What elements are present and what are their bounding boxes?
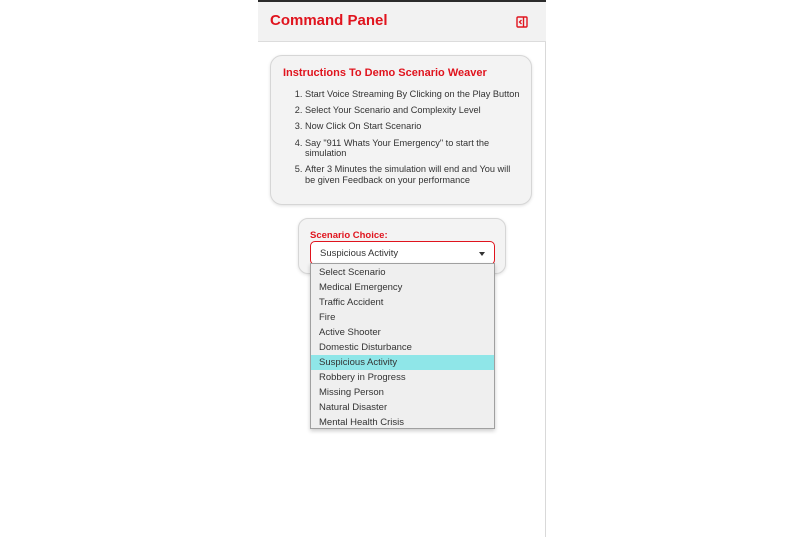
scenario-choice-label: Scenario Choice:	[310, 230, 388, 241]
instruction-step: Select Your Scenario and Complexity Leve…	[305, 105, 523, 116]
option-medical-emergency[interactable]: Medical Emergency	[311, 280, 494, 295]
scenario-dropdown-list: Select Scenario Medical Emergency Traffi…	[310, 263, 495, 429]
instruction-step: Start Voice Streaming By Clicking on the…	[305, 89, 523, 100]
option-active-shooter[interactable]: Active Shooter	[311, 325, 494, 340]
chevron-down-icon	[479, 252, 485, 256]
panel-header: Command Panel	[258, 2, 546, 42]
instructions-card: Instructions To Demo Scenario Weaver Sta…	[270, 55, 532, 205]
instruction-step: After 3 Minutes the simulation will end …	[305, 164, 523, 185]
command-panel: Command Panel Instructions To Demo Scena…	[258, 0, 546, 537]
instruction-step: Say "911 Whats Your Emergency" to start …	[305, 138, 523, 159]
option-robbery-in-progress[interactable]: Robbery in Progress	[311, 370, 494, 385]
option-suspicious-activity[interactable]: Suspicious Activity	[311, 355, 494, 370]
scenario-select-value: Suspicious Activity	[320, 248, 399, 259]
option-missing-person[interactable]: Missing Person	[311, 385, 494, 400]
option-select-scenario[interactable]: Select Scenario	[311, 265, 494, 280]
sidebar-collapse-icon[interactable]	[514, 14, 530, 30]
instruction-step: Now Click On Start Scenario	[305, 121, 523, 132]
option-mental-health-crisis[interactable]: Mental Health Crisis	[311, 415, 494, 430]
instructions-title: Instructions To Demo Scenario Weaver	[283, 67, 487, 79]
option-natural-disaster[interactable]: Natural Disaster	[311, 400, 494, 415]
scenario-select[interactable]: Suspicious Activity	[310, 241, 495, 265]
option-fire[interactable]: Fire	[311, 310, 494, 325]
option-traffic-accident[interactable]: Traffic Accident	[311, 295, 494, 310]
panel-title: Command Panel	[270, 12, 388, 29]
option-domestic-disturbance[interactable]: Domestic Disturbance	[311, 340, 494, 355]
instructions-list: Start Voice Streaming By Clicking on the…	[283, 89, 523, 191]
page: Command Panel Instructions To Demo Scena…	[0, 0, 806, 537]
